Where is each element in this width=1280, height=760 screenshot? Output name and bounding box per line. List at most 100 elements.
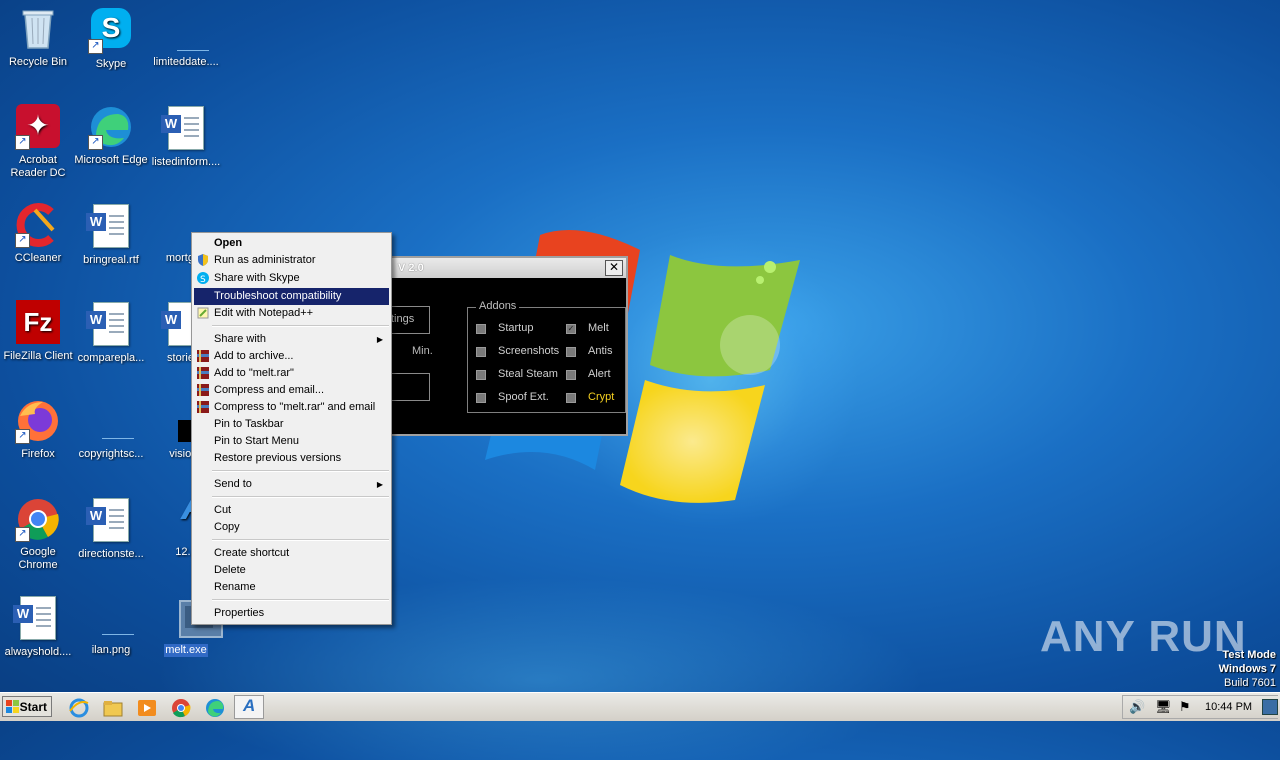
checkbox-label: Steal Steam [498,368,558,380]
edge-icon: ↗ [88,104,134,150]
start-button[interactable]: Start [2,696,52,717]
action-center-flag-icon[interactable]: ⚑ [1179,699,1191,715]
checkbox-box [566,370,576,380]
svg-text:S: S [200,275,206,284]
desktop-icon-ccleaner[interactable]: ↗ CCleaner [0,202,76,265]
internet-explorer-icon[interactable] [68,697,90,719]
checkbox-box [476,370,486,380]
menu-item-delete[interactable]: Delete [194,562,389,579]
show-desktop-button[interactable] [1262,699,1278,715]
shortcut-arrow-icon: ↗ [88,39,103,54]
notepadpp-icon [197,307,209,319]
desktop-icon-label: melt.exe [164,644,208,657]
desktop-icon-acrobat[interactable]: ✦ ↗ Acrobat Reader DC [0,104,76,180]
desktop-icon-copyrightsc[interactable]: copyrightsc... [73,398,149,461]
desktop-icon-limiteddate[interactable]: limiteddate.... [148,6,224,69]
shortcut-arrow-icon: ↗ [15,233,30,248]
image-file-icon [88,594,134,640]
shortcut-arrow-icon: ↗ [88,135,103,150]
context-menu: Open Run as administrator S Share with S… [191,232,392,625]
desktop-icon-ilan[interactable]: ilan.png [73,594,149,657]
menu-item-compress-email[interactable]: Compress and email... [194,382,389,399]
word-document-icon: W [86,302,134,348]
desktop-icon-label: ilan.png [91,644,131,656]
menu-item-add-archive[interactable]: Add to archive... [194,348,389,365]
builder-app-taskbar-button[interactable]: A [234,695,264,719]
watermark-line: Test Mode [1222,649,1276,661]
menu-item-add-melt-rar[interactable]: Add to "melt.rar" [194,365,389,382]
menu-item-compress-melt-email[interactable]: Compress to "melt.rar" and email [194,399,389,416]
firefox-icon: ↗ [15,398,61,444]
uac-shield-icon [198,254,208,266]
settings-button[interactable]: tings [388,306,430,334]
menu-item-create-shortcut[interactable]: Create shortcut [194,545,389,562]
word-document-icon: W [161,106,209,152]
watermark-line: Windows 7 [1218,663,1276,675]
desktop-icon-directionste[interactable]: W directionste... [73,496,149,561]
acrobat-icon: ✦ ↗ [15,104,61,150]
checkbox-box [566,347,576,357]
edge-taskbar-icon[interactable] [204,697,226,719]
desktop-icon-filezilla[interactable]: Fz FileZilla Client [0,300,76,363]
recycle-bin-icon [15,6,61,52]
menu-item-share-with[interactable]: Share with ▶ [194,331,389,348]
ccleaner-icon: ↗ [15,202,61,248]
menu-item-run-as-admin[interactable]: Run as administrator [194,252,389,269]
desktop-icon-label: Recycle Bin [8,56,68,68]
window-titlebar[interactable]: V 2.0 ✕ [390,258,626,278]
desktop-icon-label: Skype [95,58,127,70]
menu-item-pin-taskbar[interactable]: Pin to Taskbar [194,416,389,433]
submenu-arrow-icon: ▶ [376,480,383,489]
menu-item-label: Troubleshoot compatibility [214,290,342,302]
menu-item-copy[interactable]: Copy [194,519,389,536]
menu-item-share-skype[interactable]: S Share with Skype [194,270,389,287]
desktop-icon-label: FileZilla Client [3,350,73,362]
menu-item-properties[interactable]: Properties [194,605,389,622]
watermark-line: Build 7601 [1224,677,1276,689]
menu-item-label: Share with [214,333,266,345]
settings-button-label: tings [391,313,415,325]
menu-item-label: Edit with Notepad++ [214,307,314,319]
desktop-icon-skype[interactable]: S ↗ Skype [73,6,149,71]
desktop-icon-listedinform[interactable]: W listedinform.... [148,104,224,169]
builder-window[interactable]: V 2.0 ✕ tings Min. Addons Startup Screen… [388,256,628,436]
desktop-icon-bringreal[interactable]: W bringreal.rtf [73,202,149,267]
menu-item-label: Run as administrator [214,254,316,266]
volume-icon[interactable]: 🔊 [1129,699,1145,715]
clock[interactable]: 10:44 PM [1205,701,1252,713]
file-explorer-icon[interactable] [102,697,124,719]
desktop-icon-edge[interactable]: ↗ Microsoft Edge [73,104,149,167]
desktop-icon-comparepla[interactable]: W comparepla... [73,300,149,365]
checkbox-label: Antis [588,345,613,357]
desktop-icon-label: comparepla... [77,352,145,364]
menu-item-send-to[interactable]: Send to ▶ [194,476,389,493]
checkbox-box [476,324,486,334]
desktop-icon-firefox[interactable]: ↗ Firefox [0,398,76,461]
desktop-icon-label: listedinform.... [151,156,221,168]
desktop-icon-alwayshold[interactable]: W alwayshold.... [0,594,76,659]
menu-item-label: Pin to Taskbar [214,418,284,430]
menu-item-cut[interactable]: Cut [194,502,389,519]
desktop-icon-recycle-bin[interactable]: Recycle Bin [0,6,76,69]
output-field[interactable] [388,373,430,401]
network-icon[interactable]: 🖥 [1155,699,1172,715]
desktop-icon-label: alwayshold.... [4,646,72,658]
menu-item-restore-versions[interactable]: Restore previous versions [194,450,389,467]
skype-icon: S ↗ [88,8,134,54]
menu-item-label: Copy [214,521,240,533]
menu-item-label: Share with Skype [214,272,300,284]
winrar-icon [197,401,209,413]
menu-item-label: Properties [214,607,265,619]
close-button[interactable]: ✕ [605,260,623,276]
menu-item-open[interactable]: Open [194,235,389,252]
media-player-icon[interactable] [136,697,158,719]
desktop-icon-chrome[interactable]: ↗ Google Chrome [0,496,76,572]
min-label: Min. [412,345,433,357]
menu-item-rename[interactable]: Rename [194,579,389,596]
menu-item-notepadpp[interactable]: Edit with Notepad++ [194,305,389,322]
chrome-taskbar-icon[interactable] [170,697,192,719]
menu-item-troubleshoot[interactable]: Troubleshoot compatibility [194,288,389,305]
checkbox-box [476,393,486,403]
menu-item-pin-start[interactable]: Pin to Start Menu [194,433,389,450]
checkbox-box-checked: ✓ [566,324,576,334]
